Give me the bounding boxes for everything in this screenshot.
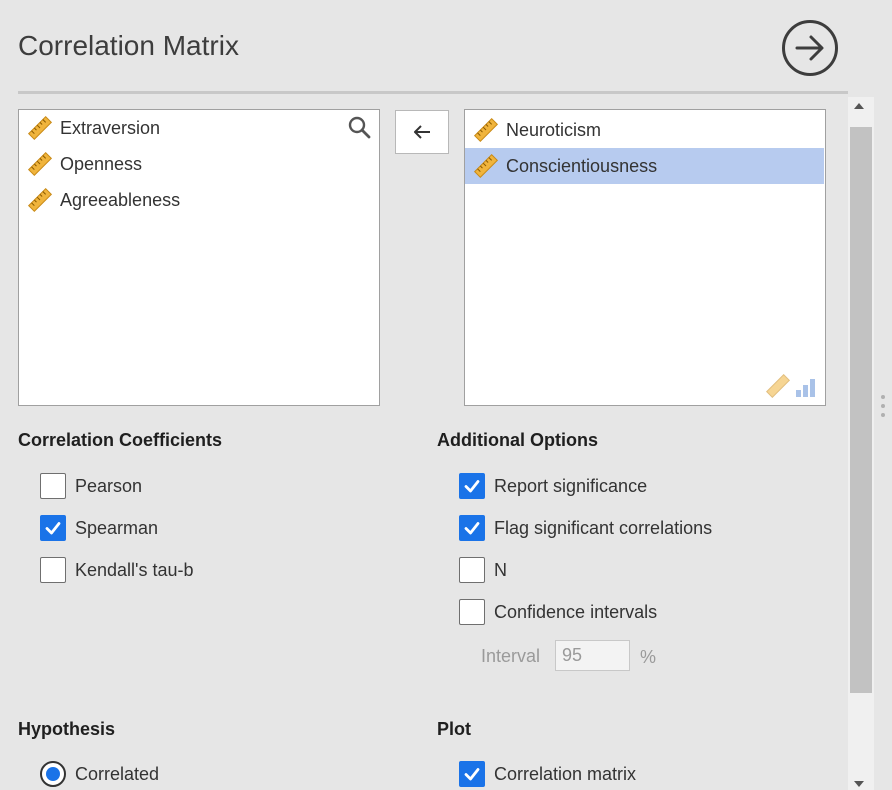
list-item[interactable]: Agreeableness: [19, 182, 379, 218]
list-item[interactable]: Openness: [19, 146, 379, 182]
option-label: Kendall's tau-b: [75, 559, 194, 580]
ruler-icon: [27, 115, 53, 141]
available-variables-list[interactable]: Extraversion Openness Agreeableness: [18, 109, 380, 406]
variable-label: Conscientiousness: [506, 155, 658, 176]
confidence-intervals-checkbox[interactable]: [459, 599, 485, 625]
n-option[interactable]: N: [459, 557, 507, 583]
option-label: Spearman: [75, 517, 159, 538]
kendall-checkbox[interactable]: [40, 557, 66, 583]
header-divider: [18, 91, 848, 94]
interval-unit: %: [640, 647, 657, 667]
interval-label: Interval: [481, 646, 541, 666]
ruler-icon: [27, 151, 53, 177]
variable-label: Openness: [60, 153, 143, 174]
scrollbar-thumb[interactable]: [850, 127, 872, 693]
arrow-right-icon: [795, 35, 824, 61]
option-label: Flag significant correlations: [494, 517, 713, 538]
option-label: Correlation matrix: [494, 763, 637, 784]
correlated-radio[interactable]: [40, 761, 66, 787]
ruler-icon: [473, 153, 499, 179]
selected-variables-list[interactable]: Neuroticism Conscientiousness: [464, 109, 826, 406]
report-significance-option[interactable]: Report significance: [459, 473, 647, 499]
move-variable-button[interactable]: [395, 110, 449, 154]
bar-chart-icon: [796, 379, 815, 397]
flag-significant-option[interactable]: Flag significant correlations: [459, 515, 712, 541]
option-label: N: [494, 559, 507, 580]
checkmark-icon: [464, 768, 480, 781]
confidence-intervals-option[interactable]: Confidence intervals: [459, 599, 657, 625]
variable-label: Agreeableness: [60, 189, 181, 210]
scroll-down-arrow-icon[interactable]: [853, 778, 865, 790]
interval-input[interactable]: [555, 640, 630, 671]
checkmark-icon: [464, 522, 480, 535]
checkmark-icon: [45, 522, 61, 535]
variable-label: Neuroticism: [506, 119, 602, 140]
correlation-matrix-option[interactable]: Correlation matrix: [459, 761, 636, 787]
correlation-coefficients-title: Correlation Coefficients: [18, 430, 223, 450]
spearman-option[interactable]: Spearman: [40, 515, 158, 541]
variable-type-icons: [765, 373, 818, 399]
pearson-option[interactable]: Pearson: [40, 473, 142, 499]
resize-grip-icon[interactable]: [880, 394, 886, 418]
page-title: Correlation Matrix: [18, 30, 239, 61]
run-button[interactable]: [782, 20, 838, 76]
option-label: Confidence intervals: [494, 601, 658, 622]
list-item-selected[interactable]: Conscientiousness: [465, 148, 824, 184]
search-icon[interactable]: [347, 115, 371, 139]
radio-selected-dot: [46, 767, 60, 781]
ruler-icon: [473, 117, 499, 143]
correlation-matrix-checkbox[interactable]: [459, 761, 485, 787]
additional-options-title: Additional Options: [437, 430, 598, 450]
spearman-checkbox[interactable]: [40, 515, 66, 541]
variable-label: Extraversion: [60, 117, 161, 138]
option-label: Correlated: [75, 763, 160, 784]
arrow-left-icon: [414, 125, 430, 139]
report-significance-checkbox[interactable]: [459, 473, 485, 499]
checkmark-icon: [464, 480, 480, 493]
list-item[interactable]: Extraversion: [19, 110, 379, 146]
ruler-icon: [27, 187, 53, 213]
flag-significant-checkbox[interactable]: [459, 515, 485, 541]
correlated-option[interactable]: Correlated: [40, 761, 159, 787]
option-label: Pearson: [75, 475, 143, 496]
kendall-option[interactable]: Kendall's tau-b: [40, 557, 194, 583]
n-checkbox[interactable]: [459, 557, 485, 583]
plot-title: Plot: [437, 719, 471, 739]
pearson-checkbox[interactable]: [40, 473, 66, 499]
scroll-up-arrow-icon[interactable]: [853, 100, 865, 112]
hypothesis-title: Hypothesis: [18, 719, 116, 739]
list-item[interactable]: Neuroticism: [465, 112, 825, 148]
option-label: Report significance: [494, 475, 648, 496]
ruler-icon: [765, 373, 791, 399]
